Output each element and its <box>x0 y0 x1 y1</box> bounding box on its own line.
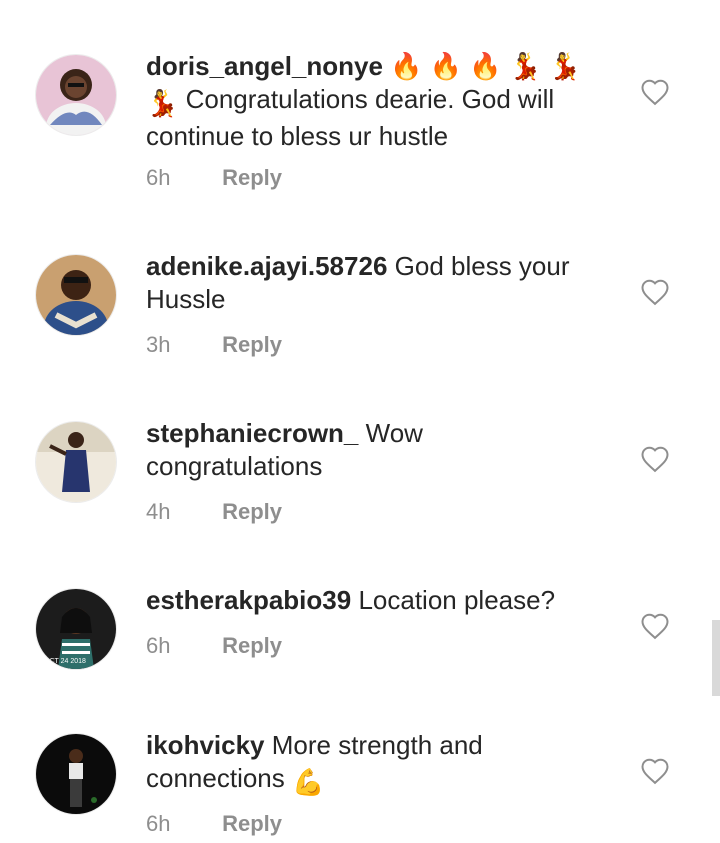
avatar[interactable]: OCT 24 2018 <box>36 589 116 669</box>
comment-meta: 6h Reply <box>146 633 282 659</box>
reply-button[interactable]: Reply <box>222 332 282 357</box>
reply-button[interactable]: Reply <box>222 811 282 836</box>
username[interactable]: stephaniecrown_ <box>146 418 358 448</box>
avatar-image <box>36 734 116 814</box>
comment-body-cont: continue to bless ur hustle <box>146 121 449 151</box>
comment-meta: 3h Reply <box>146 332 282 358</box>
avatar-image <box>36 422 116 502</box>
like-heart-icon[interactable] <box>640 278 670 306</box>
comment-body: More strength and <box>271 730 483 760</box>
scrollbar-thumb[interactable] <box>712 620 720 696</box>
avatar-image: OCT 24 2018 <box>36 589 116 669</box>
avatar[interactable] <box>36 734 116 814</box>
username[interactable]: ikohvicky <box>146 730 265 760</box>
comment-meta: 4h Reply <box>146 499 282 525</box>
like-heart-icon[interactable] <box>640 445 670 473</box>
reply-button[interactable]: Reply <box>222 633 282 658</box>
comment-body-cont: Hussle <box>146 284 226 314</box>
comment-body: God bless your <box>394 251 570 281</box>
avatar[interactable] <box>36 422 116 502</box>
dancer-emoji-icon: 💃 <box>146 88 179 118</box>
timestamp: 6h <box>146 811 171 836</box>
avatar-caption: OCT 24 2018 <box>44 658 86 665</box>
timestamp: 6h <box>146 633 171 658</box>
like-heart-icon[interactable] <box>640 757 670 785</box>
emoji-row: 🔥 🔥 🔥 💃 💃 <box>390 51 581 81</box>
avatar-image <box>36 255 116 335</box>
comment-text: estherakpabio39 Location please? <box>146 584 606 617</box>
timestamp: 4h <box>146 499 171 524</box>
comment-text: adenike.ajayi.58726 God bless your Hussl… <box>146 250 606 316</box>
username[interactable]: doris_angel_nonye <box>146 51 383 81</box>
timestamp: 3h <box>146 332 171 357</box>
comment-text: ikohvicky More strength and connections … <box>146 729 606 799</box>
reply-button[interactable]: Reply <box>222 165 282 190</box>
comment-text: doris_angel_nonye 🔥 🔥 🔥 💃 💃 💃 Congratula… <box>146 50 606 153</box>
comment-body: Wow <box>365 418 423 448</box>
avatar[interactable] <box>36 55 116 135</box>
timestamp: 6h <box>146 165 171 190</box>
comment-body-cont: connections <box>146 763 285 793</box>
avatar-image <box>36 55 116 135</box>
username[interactable]: estherakpabio39 <box>146 585 351 615</box>
avatar[interactable] <box>36 255 116 335</box>
comment-meta: 6h Reply <box>146 165 282 191</box>
comment-body: Location please? <box>358 585 556 615</box>
like-heart-icon[interactable] <box>640 78 670 106</box>
like-heart-icon[interactable] <box>640 612 670 640</box>
reply-button[interactable]: Reply <box>222 499 282 524</box>
comment-meta: 6h Reply <box>146 811 282 837</box>
flexed-biceps-icon: 💪 <box>292 767 325 797</box>
username[interactable]: adenike.ajayi.58726 <box>146 251 387 281</box>
comment-body: Congratulations dearie. God will <box>185 84 555 114</box>
comment-text: stephaniecrown_ Wow congratulations <box>146 417 606 483</box>
comment-body-cont: congratulations <box>146 451 323 481</box>
